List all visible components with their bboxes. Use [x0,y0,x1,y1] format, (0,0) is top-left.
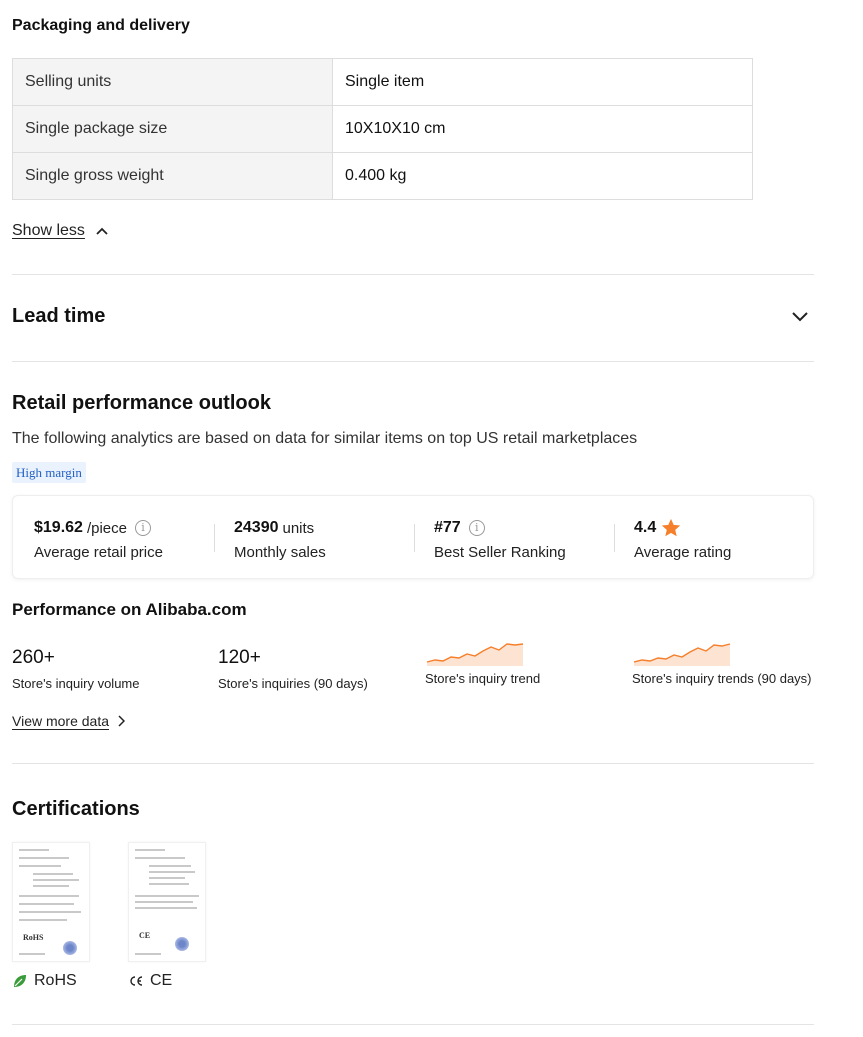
row-key: Single gross weight [12,152,333,200]
retail-stats-card: $19.62 /piece i Average retail price 243… [12,495,814,579]
stat-value: 24390 [234,519,279,536]
table-row: Selling units Single item [12,58,753,106]
metric-label: Store's inquiry trends (90 days) [632,671,812,686]
metric-value: 120+ [218,647,261,668]
certifications-title: Certifications [12,798,140,820]
stat-monthly-sales: 24390 units Monthly sales [234,518,326,561]
metric-inquiry-volume: 260+ Store's inquiry volume [12,647,139,691]
stat-unit: /piece [86,519,127,537]
stat-best-seller-ranking: #77 i Best Seller Ranking [434,518,566,561]
cert-name: RoHS [34,972,77,989]
divider [12,1024,814,1025]
high-margin-badge: High margin [12,462,86,483]
certificate-rohs-label[interactable]: RoHS [12,972,77,990]
ce-mark-icon [130,976,143,986]
stat-label: Average retail price [34,544,163,561]
leaf-icon [14,975,26,987]
row-value: Single item [332,58,753,106]
stat-unit: units [282,519,315,537]
stat-average-rating: 4.4 Average rating [634,518,731,561]
divider [12,763,814,764]
view-more-data-link[interactable]: View more data [12,713,126,729]
star-icon [662,518,681,537]
info-icon[interactable]: i [134,520,151,536]
chevron-up-icon [96,227,108,235]
stat-average-retail-price: $19.62 /piece i Average retail price [34,518,163,561]
retail-subtitle: The following analytics are based on dat… [12,430,638,447]
table-row: Single package size 10X10X10 cm [12,105,753,153]
trend-sparkline [633,643,731,666]
row-value: 10X10X10 cm [332,105,753,153]
chevron-right-icon [118,715,126,727]
row-key: Single package size [12,105,333,153]
divider [12,361,814,362]
divider [614,524,615,552]
certificate-document-image: CE [128,842,206,962]
info-icon[interactable]: i [468,520,485,536]
doc-mark: RoHS [23,933,44,942]
alibaba-performance-title: Performance on Alibaba.com [12,600,247,619]
metric-inquiries-90-days: 120+ Store's inquiries (90 days) [218,647,368,691]
metric-inquiry-trends-90-days: Store's inquiry trends (90 days) [632,640,812,686]
cert-name: CE [150,972,173,989]
show-less-label: Show less [12,222,85,239]
trend-sparkline [426,643,524,666]
stat-value: #77 [434,519,461,536]
lead-time-title[interactable]: Lead time [12,305,105,328]
packaging-table: Selling units Single item Single package… [12,58,753,200]
certificate-ce-label[interactable]: CE [128,972,172,990]
view-more-label: View more data [12,713,110,729]
doc-mark: CE [139,931,151,940]
chevron-down-icon[interactable] [790,306,810,326]
divider [214,524,215,552]
certificate-ce-card[interactable]: CE [128,842,206,962]
divider [12,274,814,275]
metric-label: Store's inquiries (90 days) [218,676,368,691]
packaging-title: Packaging and delivery [12,17,190,34]
show-less-button[interactable]: Show less [12,222,109,240]
stat-value: 4.4 [634,519,657,536]
stat-label: Average rating [634,544,732,561]
divider [414,524,415,552]
stat-label: Monthly sales [234,544,326,561]
metric-label: Store's inquiry trend [425,671,541,686]
stat-value: $19.62 [34,519,83,536]
metric-value: 260+ [12,647,55,668]
metric-label: Store's inquiry volume [12,676,140,691]
metric-inquiry-trend: Store's inquiry trend [425,640,540,686]
retail-title: Retail performance outlook [12,392,271,414]
row-value: 0.400 kg [332,152,753,200]
table-row: Single gross weight 0.400 kg [12,152,753,200]
stat-label: Best Seller Ranking [434,544,566,561]
certificate-rohs-card[interactable]: RoHS [12,842,90,962]
row-key: Selling units [12,58,333,106]
certificate-document-image: RoHS [12,842,90,962]
